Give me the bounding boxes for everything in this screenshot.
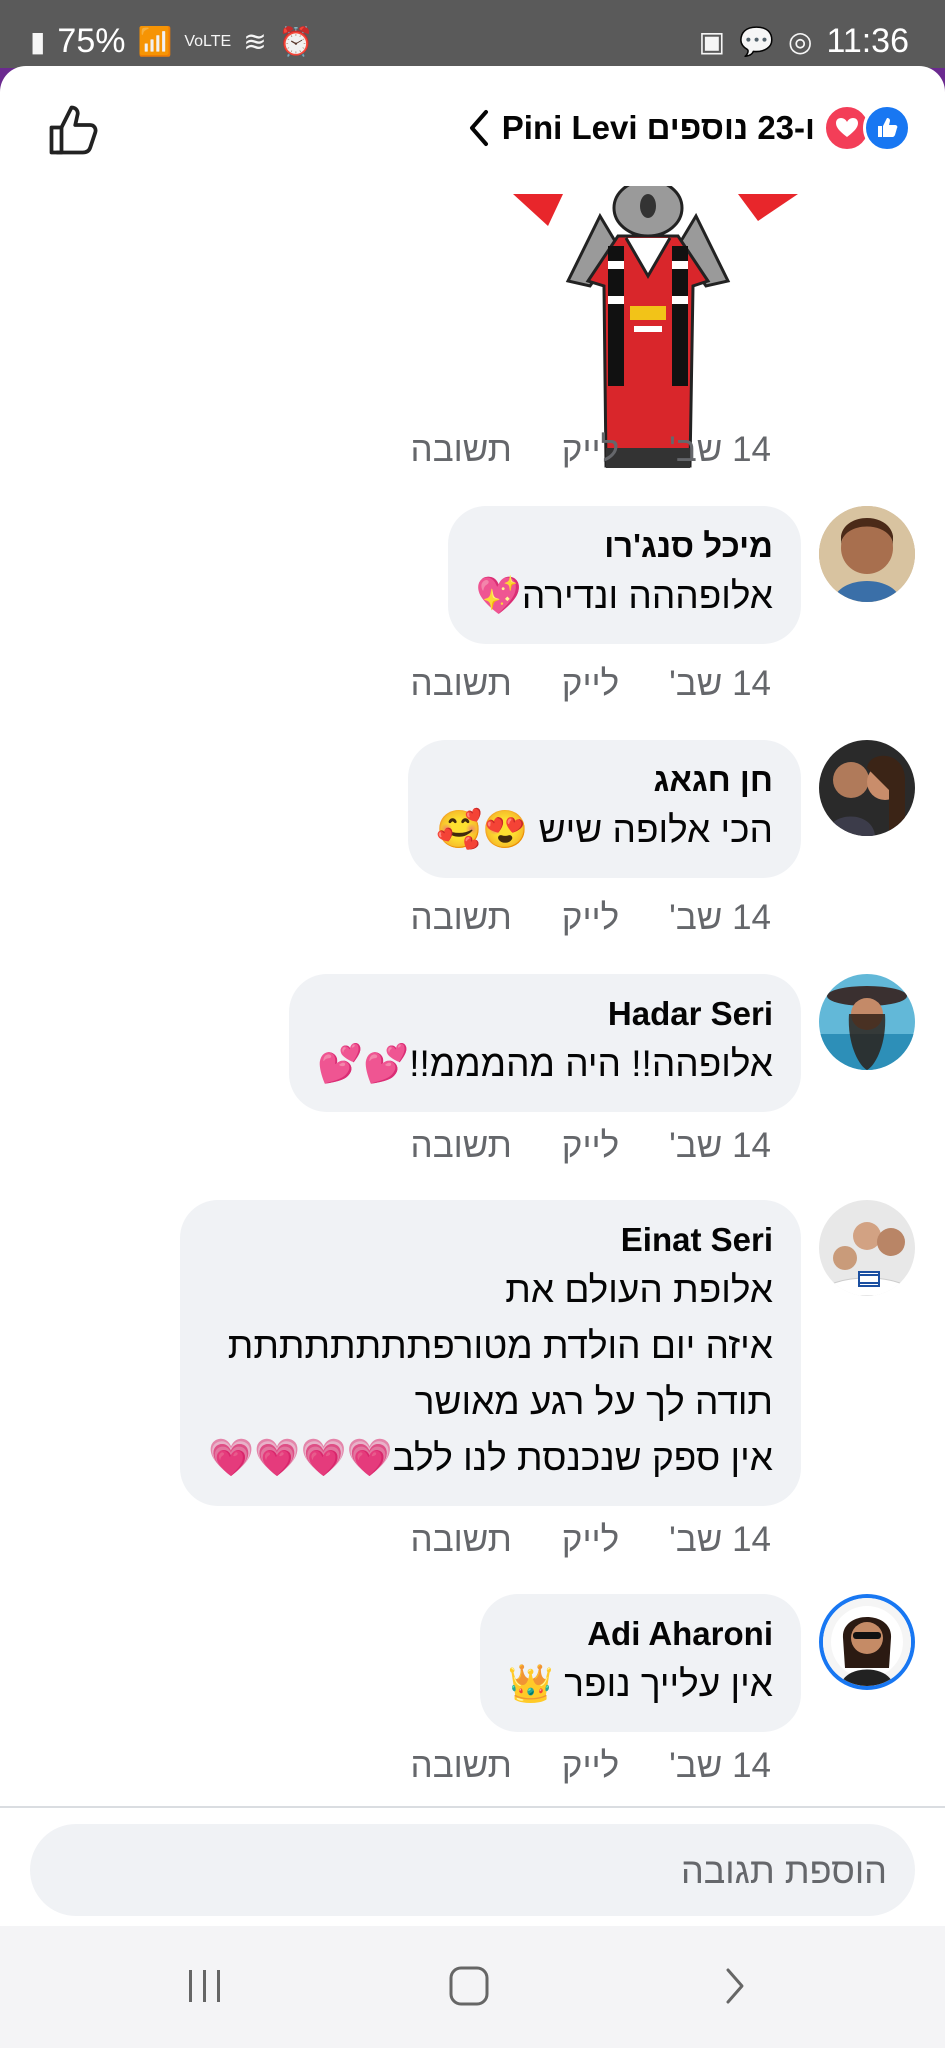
wifi-icon: ≋	[243, 26, 267, 57]
comments-sheet: Pini Levi ו-23 נוספים 14 שב' לייק תשובה …	[0, 66, 945, 1926]
comment-date: 14 שב'	[669, 1520, 771, 1559]
add-comment-input[interactable]	[60, 1824, 889, 1918]
comment-bubble: Adi Aharoni אין עלייך נופר 👑	[479, 1594, 801, 1732]
comment-date: 14 שב'	[669, 898, 771, 937]
comment-meta: 14 שב' לייק תשובה	[411, 1520, 771, 1560]
sticker-meta: 14 שב' לייק תשובה	[411, 430, 771, 470]
avatar[interactable]	[819, 974, 915, 1070]
like-comment-button[interactable]: לייק	[562, 1520, 619, 1560]
comment-meta: 14 שב' לייק תשובה	[411, 898, 771, 938]
comment-author[interactable]: Einat Seri	[208, 1218, 773, 1262]
comment-author[interactable]: Adi Aharoni	[508, 1612, 773, 1656]
comment-text: הכי אלופה שיש 😍🥰	[436, 809, 773, 850]
avatar[interactable]	[819, 506, 915, 602]
comment-author[interactable]: חן חגאג	[436, 758, 773, 802]
battery-percent: 75%	[57, 22, 126, 60]
comment-date: 14 שב'	[669, 1746, 771, 1785]
avatar[interactable]	[819, 740, 915, 836]
comment-author[interactable]: Hadar Seri	[317, 992, 773, 1036]
gallery-icon: ▣	[698, 26, 726, 57]
comment-text: אלופההה ונדירה💖	[475, 575, 773, 616]
like-icon[interactable]	[44, 100, 104, 160]
like-comment-button[interactable]: לייק	[562, 664, 619, 704]
chevron-left-icon	[469, 110, 488, 146]
comment-meta: 14 שב' לייק תשובה	[411, 1746, 771, 1786]
sticker-image[interactable]	[508, 186, 802, 470]
like-comment-button[interactable]: לייק	[562, 1126, 619, 1166]
reply-button[interactable]: תשובה	[411, 898, 512, 938]
comments-header: Pini Levi ו-23 נוספים	[0, 66, 945, 186]
comment-bubble: Einat Seri אלופת העולם את איזה יום הולדת…	[180, 1200, 801, 1506]
comment-meta: 14 שב' לייק תשובה	[411, 1126, 771, 1166]
status-right: ▣ 💬 ◎ 11:36	[699, 22, 909, 61]
avatar[interactable]	[819, 1200, 915, 1296]
composer-divider	[0, 1806, 945, 1808]
recent-apps-button[interactable]	[170, 1956, 240, 2016]
comment-bubble: Hadar Seri אלופהה!! היה מהמממ!!💕💕	[289, 974, 801, 1112]
comment-text: אלופת העולם את איזה יום הולדת מטורפתתתתת…	[208, 1269, 773, 1478]
comment-text: אין עלייך נופר 👑	[507, 1663, 773, 1704]
reply-button[interactable]: תשובה	[411, 1520, 512, 1560]
home-icon	[449, 1966, 489, 2006]
back-icon	[726, 1968, 744, 2004]
comment-bubble: מיכל סנג'רו אלופההה ונדירה💖	[447, 506, 801, 644]
status-bar: ▮ 75% 📶 VoLTE ≋ ⏰ ▣ 💬 ◎ 11:36	[0, 0, 945, 68]
back-button[interactable]	[700, 1956, 770, 2016]
comment-composer	[30, 1824, 915, 1918]
avatar-story-ring[interactable]	[819, 1594, 915, 1690]
battery-icon: ▮	[30, 26, 46, 57]
comment-text: אלופהה!! היה מהמממ!!💕💕	[317, 1043, 773, 1084]
reply-button[interactable]: תשובה	[411, 1126, 512, 1166]
like-reaction-icon	[863, 104, 911, 152]
comment-date: 14 שב'	[669, 664, 771, 703]
recent-apps-icon	[189, 1970, 220, 2002]
clock: 11:36	[826, 22, 909, 60]
comment-date: 14 שב'	[669, 430, 771, 469]
reactors-title: Pini Levi ו-23 נוספים	[501, 109, 815, 146]
volte-label: VoLTE	[184, 32, 232, 50]
like-comment-button[interactable]: לייק	[562, 898, 619, 938]
reaction-icons	[823, 104, 911, 152]
whatsapp-icon: ◎	[788, 26, 813, 57]
reply-button[interactable]: תשובה	[411, 664, 512, 704]
like-comment-button[interactable]: לייק	[562, 1746, 619, 1786]
reactors-link[interactable]: Pini Levi ו-23 נוספים	[464, 104, 911, 152]
status-left: ▮ 75% 📶 VoLTE ≋ ⏰	[30, 22, 314, 61]
comment-author[interactable]: מיכל סנג'רו	[476, 524, 773, 568]
home-button[interactable]	[434, 1956, 504, 2016]
signal-icon: 📶	[137, 26, 173, 57]
system-nav-bar	[0, 1926, 945, 2048]
reply-button[interactable]: תשובה	[411, 430, 512, 470]
like-comment-button[interactable]: לייק	[562, 430, 619, 470]
reply-button[interactable]: תשובה	[411, 1746, 512, 1786]
alarm-icon: ⏰	[278, 26, 314, 57]
messages-icon: 💬	[739, 26, 774, 57]
comment-date: 14 שב'	[669, 1126, 771, 1165]
comment-meta: 14 שב' לייק תשובה	[411, 664, 771, 704]
comment-bubble: חן חגאג הכי אלופה שיש 😍🥰	[408, 740, 801, 878]
